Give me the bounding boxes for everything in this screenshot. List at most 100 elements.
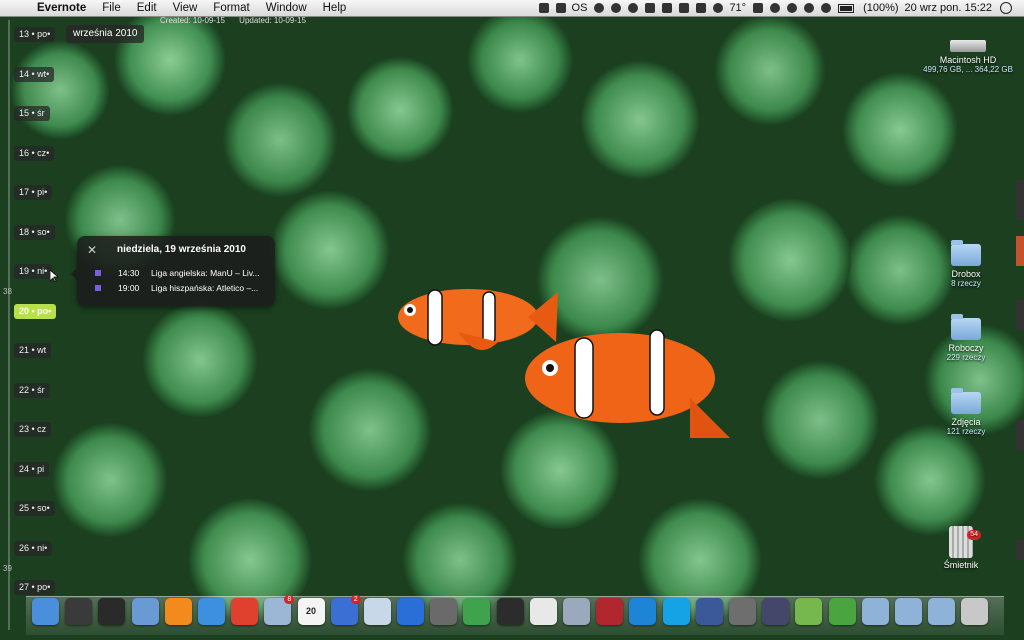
event-item[interactable]: 14:30 Liga angielska: ManU – Liv...: [95, 268, 260, 278]
timemachine-status-icon[interactable]: [770, 3, 781, 13]
desktop-icon-trash[interactable]: 54 Śmietnik: [926, 526, 996, 570]
menu-edit[interactable]: Edit: [137, 2, 157, 14]
window-edge[interactable]: [1016, 180, 1024, 220]
wunderkit-icon[interactable]: [795, 598, 823, 625]
volume-status-icon[interactable]: [821, 3, 832, 13]
photo-icon[interactable]: [430, 598, 458, 625]
desktop-icon-sublabel: 499,76 GB, ... 364,22 GB: [923, 65, 1013, 74]
calendar-day[interactable]: 16 • cz•: [14, 145, 55, 161]
weather-status-icon[interactable]: [713, 3, 724, 13]
preferences-icon[interactable]: [728, 598, 756, 625]
calendar-day[interactable]: 13 • po•: [14, 27, 56, 42]
calendar-day[interactable]: 18 • so•: [14, 224, 55, 240]
calendar-day[interactable]: 24 • pi: [14, 461, 50, 477]
updated-label: Updated: 10-09-15: [239, 16, 306, 25]
desktop-icon-drobox[interactable]: Drobox 8 rzeczy: [926, 240, 1006, 288]
evernote-icon[interactable]: [463, 598, 491, 625]
menu-extras: OS 71° (100%) 20 wrz pon. 15:22: [532, 0, 1016, 16]
pages-icon[interactable]: [596, 598, 624, 625]
wifi-status-icon[interactable]: [804, 3, 815, 13]
menu-file[interactable]: File: [102, 2, 121, 14]
clapper-icon[interactable]: [496, 598, 524, 625]
syncing-icon[interactable]: [828, 598, 856, 625]
hard-drive-icon: [950, 40, 986, 52]
calendar-day[interactable]: 21 • wt: [14, 343, 52, 358]
window-edge[interactable]: [1016, 420, 1024, 450]
popup-arrow: [71, 268, 77, 280]
things-icon[interactable]: 2: [330, 595, 361, 625]
os-status-label[interactable]: OS: [572, 2, 588, 14]
iphoto-icon[interactable]: [363, 598, 391, 625]
desktop-icon-zdjecia[interactable]: Zdjęcia 121 rzeczy: [926, 388, 1006, 436]
sync-status-icon[interactable]: [662, 3, 673, 13]
battery-icon[interactable]: [838, 3, 855, 13]
menu-view[interactable]: View: [173, 2, 198, 14]
finder-icon[interactable]: [32, 598, 59, 625]
facebook-icon[interactable]: [695, 598, 723, 625]
skype-status-icon[interactable]: [611, 3, 622, 13]
timemachine-icon[interactable]: [65, 598, 93, 625]
apps-folder-icon[interactable]: [861, 598, 889, 625]
chrome-icon[interactable]: [231, 598, 259, 625]
app-menu[interactable]: Evernote: [37, 2, 86, 14]
close-icon[interactable]: ✕: [87, 243, 97, 257]
pie-status-icon[interactable]: [628, 3, 639, 13]
textedit-icon[interactable]: [529, 598, 557, 625]
calendar-day[interactable]: 17 • pi•: [14, 185, 53, 200]
calendar-day[interactable]: 27 • po•: [14, 580, 56, 595]
bag-status-icon[interactable]: [555, 3, 566, 13]
preview-icon[interactable]: [131, 598, 159, 625]
calendar-day[interactable]: 25 • so•: [14, 501, 55, 516]
calendar-day[interactable]: 19 • ni•: [14, 264, 53, 279]
ical-icon[interactable]: 20: [297, 598, 325, 625]
desktop-icon-label: Śmietnik: [943, 560, 979, 570]
skype-status-icon[interactable]: [629, 598, 657, 625]
bluetooth-status-icon[interactable]: [787, 3, 798, 13]
menu-help[interactable]: Help: [323, 2, 347, 14]
desktop-icon-sublabel: 121 rzeczy: [946, 427, 986, 436]
event-text: Liga hiszpańska: Atletico –...: [151, 283, 259, 293]
dashboard-icon[interactable]: [98, 598, 126, 625]
menu-format[interactable]: Format: [213, 2, 249, 14]
desktop-icon-macintosh-hd[interactable]: Macintosh HD 499,76 GB, ... 364,22 GB: [918, 40, 1018, 74]
spotlight-search-icon[interactable]: [1000, 2, 1012, 14]
network-icon[interactable]: [563, 598, 590, 625]
evernote-status-icon[interactable]: [538, 3, 549, 13]
event-time: 14:30: [118, 268, 140, 278]
notification-status-icon[interactable]: [696, 3, 707, 13]
dropbox-status-icon[interactable]: [645, 3, 656, 13]
trash-badge: 54: [967, 530, 981, 540]
calendar-day[interactable]: 23 • cz: [14, 422, 52, 437]
event-popup: ✕ niedziela, 19 września 2010 14:30 Liga…: [71, 236, 275, 306]
clipboard-status-icon[interactable]: [679, 3, 690, 13]
screen-status-icon[interactable]: [753, 3, 764, 13]
calendar-day[interactable]: 22 • śr: [14, 382, 50, 398]
tweetdeck-icon[interactable]: [164, 598, 192, 625]
skype-icon[interactable]: [662, 598, 690, 625]
window-edge[interactable]: [1016, 300, 1024, 330]
window-edge[interactable]: [1016, 236, 1024, 266]
grid-status-icon[interactable]: [594, 3, 605, 13]
calendar-day[interactable]: 20 • po•: [14, 303, 57, 319]
dock-trash-icon[interactable]: [961, 598, 989, 625]
desktop-icon-roboczy[interactable]: Roboczy 229 rzeczy: [926, 314, 1006, 362]
itunes-icon[interactable]: [397, 598, 425, 625]
safari-icon[interactable]: [197, 598, 225, 625]
documents-folder-icon[interactable]: [894, 598, 922, 625]
temperature-label[interactable]: 71°: [729, 2, 746, 14]
battery-label[interactable]: (100%): [863, 2, 898, 14]
mail-icon[interactable]: 8: [264, 595, 295, 625]
menu-window[interactable]: Window: [266, 2, 307, 14]
pen-icon[interactable]: [762, 598, 790, 625]
event-text: Liga angielska: ManU – Liv...: [151, 268, 260, 278]
created-label: Created: 10-09-15: [160, 16, 225, 25]
desktop-icon-label: Macintosh HD: [939, 55, 997, 65]
side-marker: 39: [3, 564, 12, 573]
calendar-day[interactable]: 14 • wt•: [14, 66, 55, 82]
window-edge[interactable]: [1016, 540, 1024, 560]
calendar-day[interactable]: 26 • ni•: [14, 540, 53, 556]
calendar-day[interactable]: 15 • śr: [14, 106, 50, 121]
downloads-folder-icon[interactable]: [928, 598, 956, 625]
clock[interactable]: 20 wrz pon. 15:22: [905, 2, 992, 14]
event-item[interactable]: 19:00 Liga hiszpańska: Atletico –...: [95, 283, 258, 293]
